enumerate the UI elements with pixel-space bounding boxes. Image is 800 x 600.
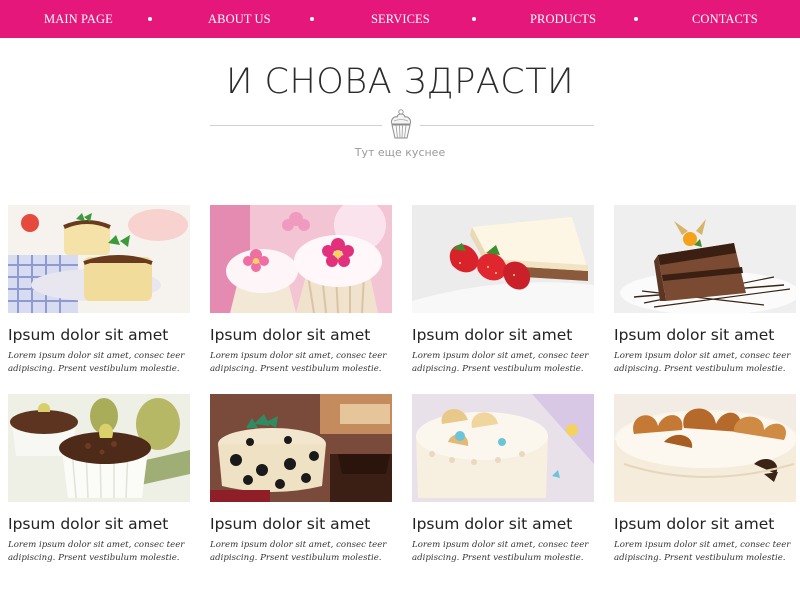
card-image-polka-dot-cake[interactable] <box>210 394 392 502</box>
nav-item-services[interactable]: SERVICES <box>371 0 430 38</box>
card-description: Lorem ipsum dolor sit amet, consec teer … <box>412 540 589 563</box>
nav-separator-dot <box>148 17 152 21</box>
card-description: Lorem ipsum dolor sit amet, consec teer … <box>210 540 387 563</box>
page-subtitle: Тут еще куснее <box>354 146 446 159</box>
card-description: Lorem ipsum dolor sit amet, consec teer … <box>614 351 791 374</box>
nav-separator-dot <box>472 17 476 21</box>
page-title: И СНОВА ЗДРАСТИ <box>225 62 575 102</box>
card-title[interactable]: Ipsum dolor sit amet <box>8 515 208 533</box>
card-image-chocolate-cake[interactable] <box>614 205 796 313</box>
nav-separator-dot <box>310 17 314 21</box>
card-description: Lorem ipsum dolor sit amet, consec teer … <box>210 351 387 374</box>
title-divider-left <box>210 125 382 126</box>
nav-separator-dot <box>634 17 638 21</box>
card-image-strawberry-cake[interactable] <box>412 205 594 313</box>
nav-item-main-page[interactable]: MAIN PAGE <box>44 0 113 38</box>
card-description: Lorem ipsum dolor sit amet, consec teer … <box>614 540 791 563</box>
card-title[interactable]: Ipsum dolor sit amet <box>210 515 410 533</box>
card-description: Lorem ipsum dolor sit amet, consec teer … <box>412 351 589 374</box>
card-title[interactable]: Ipsum dolor sit amet <box>412 326 612 344</box>
card-description: Lorem ipsum dolor sit amet, consec teer … <box>8 540 185 563</box>
title-divider-right <box>420 125 594 126</box>
nav-item-products[interactable]: PRODUCTS <box>530 0 596 38</box>
card-title[interactable]: Ipsum dolor sit amet <box>8 326 208 344</box>
card-image-cupcakes[interactable] <box>210 205 392 313</box>
card-title[interactable]: Ipsum dolor sit amet <box>210 326 410 344</box>
card-description: Lorem ipsum dolor sit amet, consec teer … <box>8 351 185 374</box>
card-image-cheesecake[interactable] <box>8 205 190 313</box>
card-title[interactable]: Ipsum dolor sit amet <box>614 515 800 533</box>
nav-item-contacts[interactable]: CONTACTS <box>692 0 758 38</box>
card-title[interactable]: Ipsum dolor sit amet <box>614 326 800 344</box>
top-navigation-bar: MAIN PAGE ABOUT US SERVICES PRODUCTS CON… <box>0 0 800 38</box>
card-title[interactable]: Ipsum dolor sit amet <box>412 515 612 533</box>
card-image-seashell-cake[interactable] <box>412 394 594 502</box>
card-image-caramel-cake[interactable] <box>614 394 796 502</box>
nav-item-about-us[interactable]: ABOUT US <box>208 0 271 38</box>
card-image-souffle[interactable] <box>8 394 190 502</box>
cupcake-icon <box>391 109 411 139</box>
